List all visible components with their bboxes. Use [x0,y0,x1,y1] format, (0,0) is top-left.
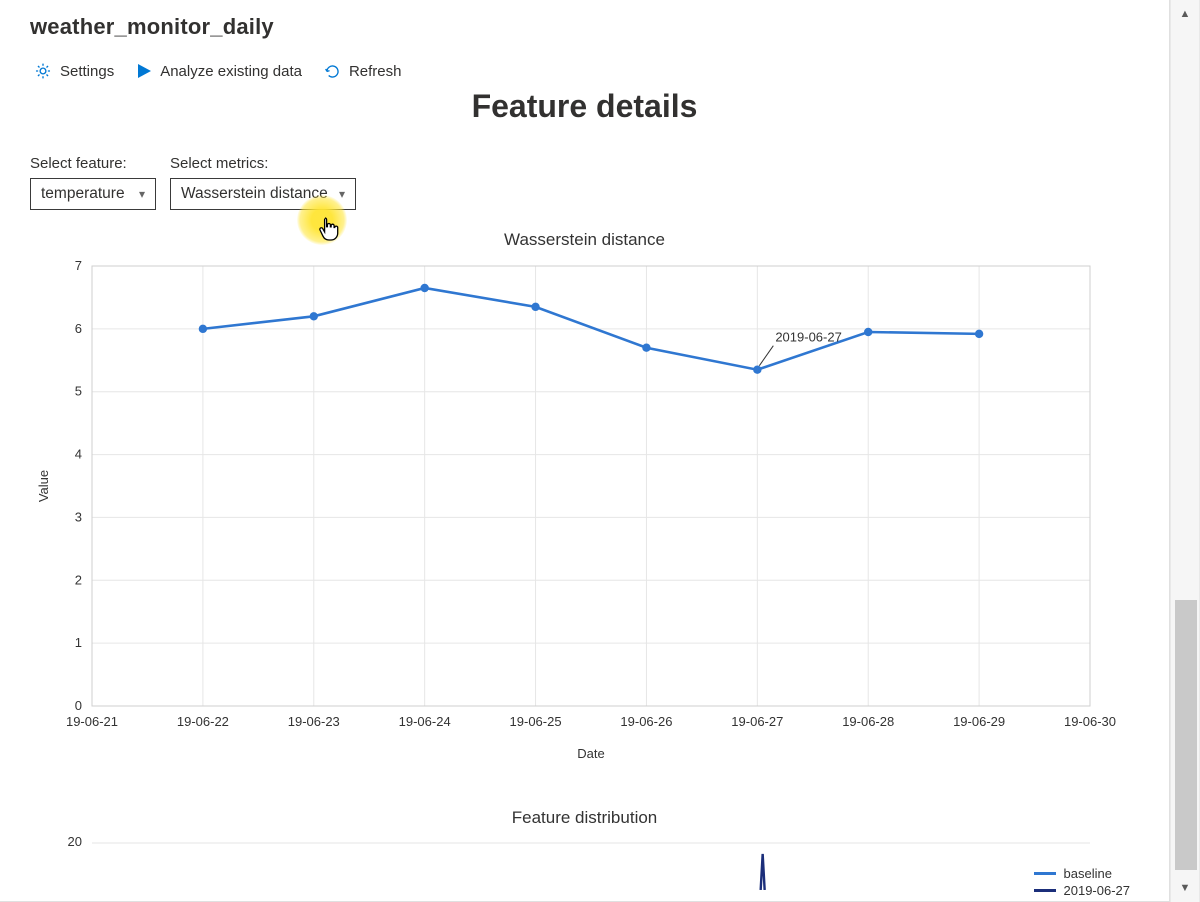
chart-2-title: Feature distribution [30,808,1139,828]
legend-swatch-compare [1034,889,1056,892]
chart-2-legend: baseline 2019-06-27 [1034,864,1131,900]
legend-row-compare: 2019-06-27 [1034,883,1131,898]
svg-text:19-06-22: 19-06-22 [177,714,229,729]
scrollbar-thumb[interactable] [1175,600,1197,870]
svg-text:19-06-24: 19-06-24 [399,714,451,729]
play-icon [136,63,152,79]
page-title: weather_monitor_daily [30,14,1139,40]
refresh-label: Refresh [349,63,402,80]
svg-text:19-06-30: 19-06-30 [1064,714,1116,729]
analyze-label: Analyze existing data [160,63,302,80]
svg-text:Date: Date [577,746,604,761]
scrollbar-down-icon[interactable]: ▼ [1171,874,1199,902]
command-bar: Settings Analyze existing data Refresh [0,46,1169,88]
analyze-button[interactable]: Analyze existing data [136,63,302,80]
chevron-down-icon: ▾ [339,187,345,201]
svg-text:6: 6 [75,321,82,336]
metrics-select-label: Select metrics: [170,155,356,172]
svg-text:3: 3 [75,509,82,524]
legend-swatch-baseline [1034,872,1056,875]
svg-text:Value: Value [36,470,51,502]
chart-1-title: Wasserstein distance [30,230,1139,250]
svg-text:19-06-27: 19-06-27 [731,714,783,729]
svg-text:19-06-26: 19-06-26 [620,714,672,729]
feature-select-label: Select feature: [30,155,156,172]
legend-row-baseline: baseline [1034,866,1131,881]
settings-label: Settings [60,63,114,80]
svg-text:2019-06-27: 2019-06-27 [775,330,842,345]
feature-select-value: temperature [41,185,125,203]
svg-text:2: 2 [75,572,82,587]
feature-select[interactable]: temperature ▾ [30,178,156,210]
content-heading: Feature details [30,88,1139,125]
settings-button[interactable]: Settings [34,62,114,80]
svg-text:5: 5 [75,384,82,399]
wasserstein-line-chart: 0 1 2 3 4 5 6 7 19-06-21 19-06-22 19-06-23 19-06-24… [30,256,1120,776]
scrollbar-up-icon[interactable]: ▲ [1171,0,1199,28]
legend-label-baseline: baseline [1064,866,1112,881]
svg-text:4: 4 [75,447,82,462]
svg-text:19-06-25: 19-06-25 [510,714,562,729]
refresh-icon [324,63,341,80]
metrics-select[interactable]: Wasserstein distance ▾ [170,178,356,210]
svg-text:7: 7 [75,258,82,273]
feature-distribution-chart: 20 [30,830,1120,890]
vertical-scrollbar[interactable]: ▲ ▼ [1170,0,1200,902]
svg-text:20: 20 [68,834,82,849]
svg-text:0: 0 [75,698,82,713]
chevron-down-icon: ▾ [139,187,145,201]
refresh-button[interactable]: Refresh [324,63,402,80]
svg-text:19-06-21: 19-06-21 [66,714,118,729]
metrics-select-value: Wasserstein distance [181,185,328,203]
legend-label-compare: 2019-06-27 [1064,883,1131,898]
svg-text:19-06-29: 19-06-29 [953,714,1005,729]
gear-icon [34,62,52,80]
svg-text:1: 1 [75,635,82,650]
svg-text:19-06-23: 19-06-23 [288,714,340,729]
svg-text:19-06-28: 19-06-28 [842,714,894,729]
